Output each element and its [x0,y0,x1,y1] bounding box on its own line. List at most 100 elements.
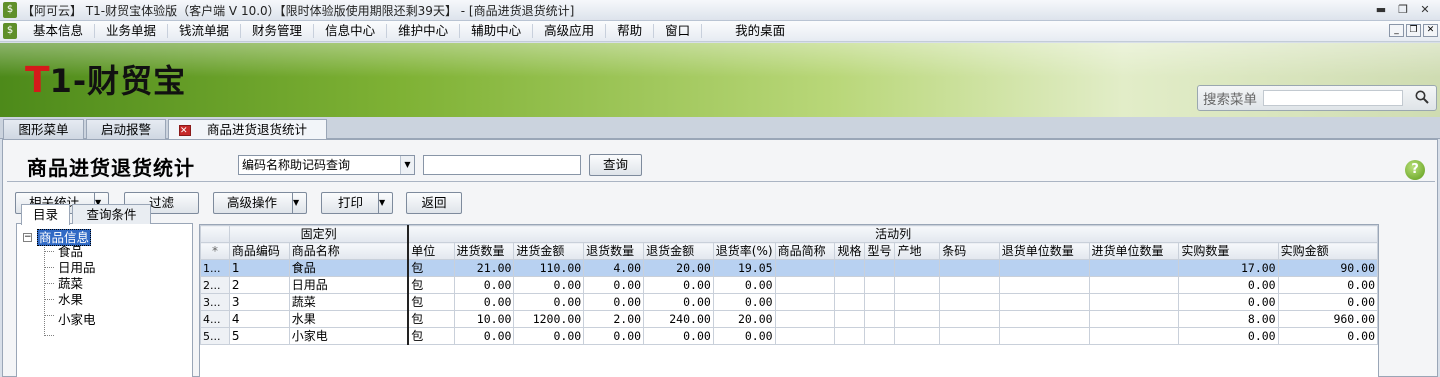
menu-info-center[interactable]: 信息中心 [314,24,388,38]
cell-real-qty[interactable]: 0.00 [1178,276,1279,294]
table-row[interactable]: 5... 5 小家电包 0.00 0.00 0.00 0.00 0.00 0.00 0.00 [200,327,1378,345]
table-row[interactable]: 1... 1 食品包 21.00 110.00 4.00 20.00 19.05 17.00 90… [200,259,1378,277]
cell-barcode[interactable] [939,327,1000,345]
cell-in-amt[interactable]: 0.00 [513,293,585,311]
column-header[interactable]: 退货数量 [583,242,645,260]
row-number[interactable]: 4... [200,310,230,328]
column-header[interactable]: 规格 [834,242,866,260]
cell-ret-rate[interactable]: 0.00 [712,276,776,294]
cell-in-qty[interactable]: 0.00 [453,276,515,294]
mdi-restore-icon[interactable]: ❐ [1406,24,1421,37]
cell-abbr[interactable] [774,310,836,328]
cell-abbr[interactable] [774,276,836,294]
cell-real-amt[interactable]: 90.00 [1277,259,1378,277]
cell-name[interactable]: 食品 [288,259,410,277]
print-button[interactable]: 打印 ▼ [321,192,393,214]
column-header[interactable]: 产地 [894,242,941,260]
cell-model[interactable] [864,276,896,294]
cell-in-unit-qty[interactable] [1088,293,1180,311]
mdi-minimize-icon[interactable]: _ [1389,24,1404,37]
cell-ret-unit-qty[interactable] [998,310,1090,328]
cell-ret-qty[interactable]: 4.00 [583,259,645,277]
collapse-icon[interactable]: − [23,233,32,242]
menu-maintenance[interactable]: 维护中心 [387,24,461,38]
cell-abbr[interactable] [774,327,836,345]
cell-unit[interactable]: 包 [407,276,455,294]
column-header[interactable]: 条码 [939,242,1000,260]
cell-ret-rate[interactable]: 19.05 [712,259,776,277]
cell-real-amt[interactable]: 0.00 [1277,276,1378,294]
column-header[interactable]: 商品编码 [228,242,290,260]
tree-item-vegetables[interactable]: 蔬菜 [58,276,83,291]
cell-name[interactable]: 水果 [288,310,410,328]
cell-real-qty[interactable]: 17.00 [1178,259,1279,277]
search-input[interactable] [1263,90,1403,106]
chevron-down-icon[interactable]: ▼ [292,193,306,213]
cell-unit[interactable]: 包 [407,293,455,311]
cell-spec[interactable] [834,259,866,277]
cell-ret-unit-qty[interactable] [998,293,1090,311]
cell-model[interactable] [864,310,896,328]
cell-origin[interactable] [894,259,941,277]
close-icon[interactable]: ✕ [1416,2,1434,17]
cell-real-amt[interactable]: 0.00 [1277,327,1378,345]
cell-name[interactable]: 蔬菜 [288,293,410,311]
cell-real-qty[interactable]: 0.00 [1178,293,1279,311]
cell-code[interactable]: 5 [228,327,290,345]
cell-in-amt[interactable]: 0.00 [513,276,585,294]
cell-real-amt[interactable]: 0.00 [1277,293,1378,311]
cell-in-qty[interactable]: 21.00 [453,259,515,277]
column-header[interactable]: 进货金额 [513,242,585,260]
cell-spec[interactable] [834,293,866,311]
cell-ret-rate[interactable]: 0.00 [712,327,776,345]
column-header[interactable]: 型号 [864,242,896,260]
cell-spec[interactable] [834,276,866,294]
row-number[interactable]: 1... [200,259,230,277]
menu-window[interactable]: 窗口 [654,24,703,38]
minimize-icon[interactable]: ▬ [1372,2,1390,17]
cell-ret-rate[interactable]: 0.00 [712,293,776,311]
cell-model[interactable] [864,293,896,311]
query-input[interactable] [423,155,581,175]
chevron-down-icon[interactable]: ▼ [378,193,392,213]
cell-in-unit-qty[interactable] [1088,327,1180,345]
menu-aux-center[interactable]: 辅助中心 [460,24,534,38]
cell-real-qty[interactable]: 8.00 [1178,310,1279,328]
column-header[interactable]: 进货数量 [453,242,515,260]
tab-catalog[interactable]: 目录 [21,204,70,225]
tab-graphic-menu[interactable]: 图形菜单 [3,119,84,139]
cell-ret-rate[interactable]: 20.00 [712,310,776,328]
cell-name[interactable]: 日用品 [288,276,410,294]
cell-barcode[interactable] [939,276,1000,294]
cell-code[interactable]: 1 [228,259,290,277]
tab-startup-alerts[interactable]: 启动报警 [86,119,166,139]
row-number[interactable]: 3... [200,293,230,311]
query-type-select[interactable]: 编码名称助记码查询 ▼ [238,155,415,175]
cell-barcode[interactable] [939,293,1000,311]
cell-name[interactable]: 小家电 [288,327,410,345]
cell-in-qty[interactable]: 0.00 [453,327,515,345]
grid-corner[interactable]: * [200,242,230,260]
column-header[interactable]: 进货单位数量 [1088,242,1180,260]
menu-help[interactable]: 帮助 [606,24,655,38]
cell-model[interactable] [864,259,896,277]
cell-origin[interactable] [894,293,941,311]
cell-code[interactable]: 3 [228,293,290,311]
tree-item-daily-goods[interactable]: 日用品 [58,260,96,275]
column-header[interactable]: 单位 [407,242,455,260]
column-header[interactable]: 实购金额 [1277,242,1378,260]
tree-item-fruit[interactable]: 水果 [58,292,83,307]
row-number[interactable]: 5... [200,327,230,345]
cell-ret-unit-qty[interactable] [998,276,1090,294]
cell-model[interactable] [864,327,896,345]
cell-origin[interactable] [894,327,941,345]
cell-origin[interactable] [894,276,941,294]
cell-origin[interactable] [894,310,941,328]
cell-real-amt[interactable]: 960.00 [1277,310,1378,328]
menu-finance[interactable]: 财务管理 [241,24,315,38]
cell-ret-qty[interactable]: 0.00 [583,327,645,345]
query-button[interactable]: 查询 [589,154,642,176]
cell-abbr[interactable] [774,293,836,311]
menu-advanced[interactable]: 高级应用 [533,24,607,38]
cell-ret-amt[interactable]: 0.00 [643,327,714,345]
